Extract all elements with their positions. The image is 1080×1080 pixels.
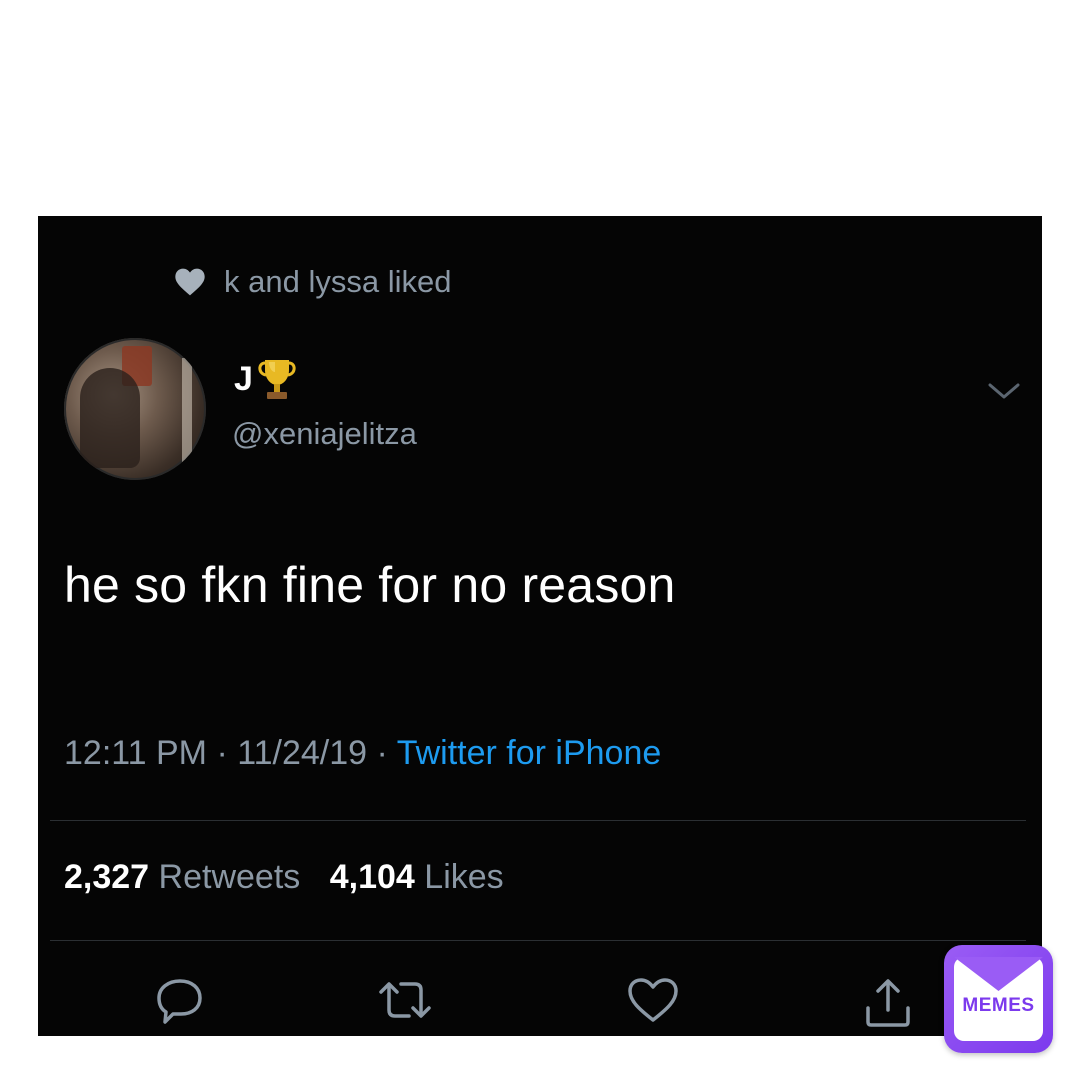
tweet-stats: 2,327 Retweets 4,104 Likes bbox=[64, 858, 524, 897]
likes-stat[interactable]: 4,104 Likes bbox=[330, 858, 504, 896]
speech-bubble-icon bbox=[153, 976, 207, 1031]
user-handle[interactable]: @xeniajelitza bbox=[232, 416, 417, 452]
like-button[interactable] bbox=[623, 976, 683, 1036]
tweet-date: 11/24/19 bbox=[237, 734, 368, 772]
meme-canvas: k and lyssa liked J @xeniajelitza he so … bbox=[0, 0, 1080, 1080]
memes-watermark: MEMES bbox=[944, 945, 1053, 1053]
tweet-source-link[interactable]: Twitter for iPhone bbox=[397, 734, 662, 772]
display-name[interactable]: J bbox=[234, 356, 299, 402]
trophy-icon bbox=[255, 356, 299, 402]
retweets-count: 2,327 bbox=[64, 858, 150, 896]
likes-count: 4,104 bbox=[329, 858, 415, 896]
avatar[interactable] bbox=[64, 338, 206, 480]
share-button[interactable] bbox=[858, 976, 918, 1036]
heart-outline-icon bbox=[625, 976, 681, 1031]
action-bar bbox=[38, 976, 1042, 1036]
divider bbox=[50, 820, 1026, 821]
tweet-text: he so fkn fine for no reason bbox=[64, 557, 676, 613]
retweet-button[interactable] bbox=[375, 976, 435, 1036]
divider bbox=[50, 940, 1026, 941]
heart-icon bbox=[174, 267, 206, 297]
retweet-arrows-icon bbox=[375, 976, 435, 1031]
memes-label: MEMES bbox=[962, 995, 1035, 1016]
liked-by-text: k and lyssa liked bbox=[224, 264, 452, 299]
tweet-card: k and lyssa liked J @xeniajelitza he so … bbox=[38, 216, 1042, 1036]
retweets-label: Retweets bbox=[158, 858, 301, 896]
social-context[interactable]: k and lyssa liked bbox=[174, 264, 451, 300]
likes-label: Likes bbox=[424, 858, 504, 896]
meta-separator: · bbox=[216, 734, 228, 772]
share-upload-icon bbox=[860, 976, 916, 1036]
retweets-stat[interactable]: 2,327 Retweets bbox=[64, 858, 300, 896]
reply-button[interactable] bbox=[150, 976, 210, 1036]
chevron-down-icon[interactable] bbox=[986, 380, 1022, 407]
meta-separator: · bbox=[376, 734, 388, 772]
tweet-meta: 12:11 PM · 11/24/19 · Twitter for iPhone bbox=[64, 734, 661, 773]
display-name-text: J bbox=[234, 359, 253, 398]
tweet-time: 12:11 PM bbox=[64, 734, 208, 772]
